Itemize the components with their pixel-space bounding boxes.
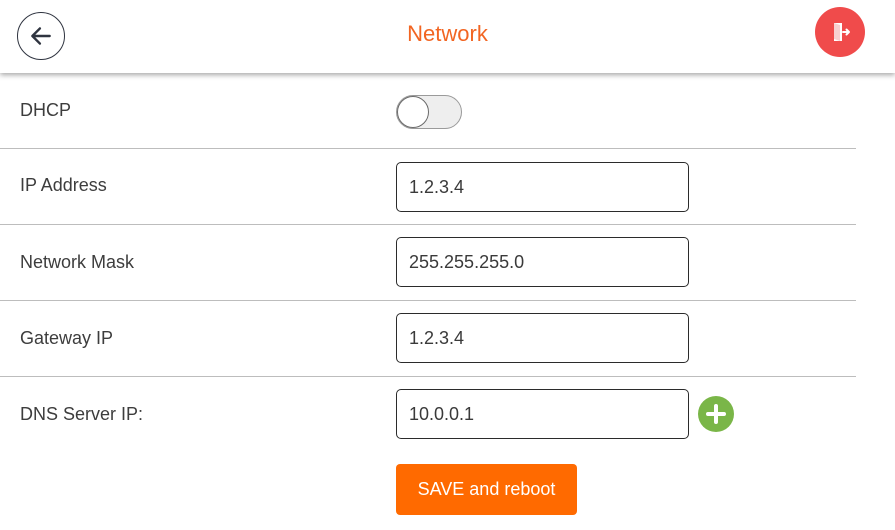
- page-title: Network: [407, 21, 488, 46]
- ip-address-label: IP Address: [20, 175, 107, 195]
- header-bar: Network: [0, 0, 895, 73]
- network-mask-input[interactable]: [396, 237, 689, 287]
- ip-address-input[interactable]: [396, 162, 689, 212]
- gateway-ip-label: Gateway IP: [20, 328, 114, 348]
- dns-server-label: DNS Server IP:: [20, 404, 144, 424]
- plus-circle-icon: [706, 404, 726, 424]
- logout-button[interactable]: [815, 7, 865, 57]
- add-dns-button[interactable]: [698, 396, 734, 432]
- ip-address-row: IP Address: [0, 149, 856, 225]
- gateway-ip-row: Gateway IP: [0, 301, 856, 377]
- save-and-reboot-button[interactable]: SAVE and reboot: [396, 464, 577, 515]
- dns-server-input[interactable]: [396, 389, 689, 439]
- network-mask-label: Network Mask: [20, 252, 135, 272]
- dhcp-label: DHCP: [20, 100, 72, 120]
- toggle-knob: [397, 95, 429, 128]
- gateway-ip-input[interactable]: [396, 313, 689, 363]
- dhcp-toggle[interactable]: [396, 95, 462, 129]
- network-mask-row: Network Mask: [0, 225, 856, 301]
- dhcp-row: DHCP: [0, 73, 856, 149]
- exit-door-icon: [834, 23, 850, 41]
